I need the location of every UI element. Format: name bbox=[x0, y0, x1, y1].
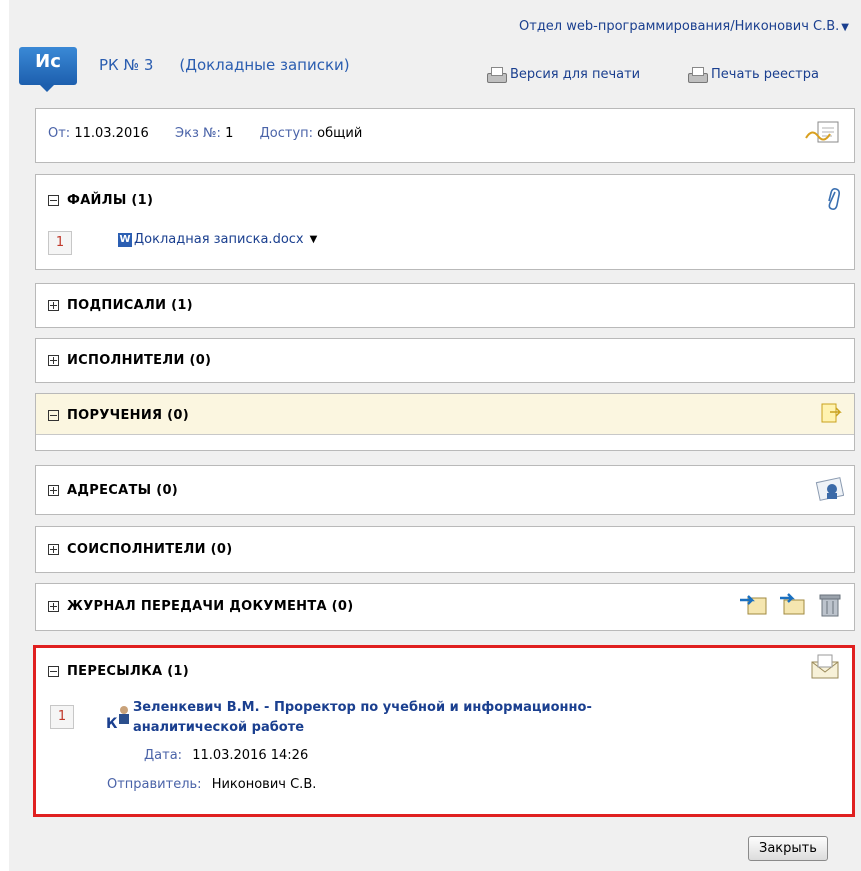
signed-panel: ПОДПИСАЛИ (1) bbox=[35, 283, 855, 328]
dropdown-arrow-icon: ▼ bbox=[841, 22, 849, 33]
printer-icon bbox=[687, 66, 708, 83]
rk-number: РК № 3 bbox=[99, 56, 154, 74]
addressees-header[interactable]: АДРЕСАТЫ (0) bbox=[48, 483, 178, 498]
file-dropdown-icon[interactable]: ▼ bbox=[310, 234, 318, 245]
forward-envelope-icon[interactable] bbox=[808, 652, 842, 682]
date-label: Дата: bbox=[144, 748, 183, 763]
rk-title: РК № 3 (Докладные записки) bbox=[99, 56, 376, 74]
person-icon: К bbox=[106, 706, 129, 731]
addressees-panel: АДРЕСАТЫ (0) bbox=[35, 465, 855, 515]
files-header[interactable]: ФАЙЛЫ (1) bbox=[48, 193, 153, 208]
collapse-icon bbox=[48, 410, 59, 421]
sender-label: Отправитель: bbox=[107, 777, 202, 792]
print-version-link[interactable]: Версия для печати bbox=[486, 66, 640, 83]
expand-icon bbox=[48, 300, 59, 311]
file-name-link[interactable]: Докладная записка.docx bbox=[134, 232, 304, 247]
executors-title: ИСПОЛНИТЕЛИ (0) bbox=[67, 353, 212, 368]
print-registry-link[interactable]: Печать реестра bbox=[687, 66, 819, 83]
files-panel: ФАЙЛЫ (1) 1 W Докладная записка.docx ▼ bbox=[35, 174, 855, 270]
send-document-icon[interactable] bbox=[738, 592, 770, 620]
coexecutors-header[interactable]: СОИСПОЛНИТЕЛИ (0) bbox=[48, 542, 232, 557]
document-edit-icon[interactable] bbox=[804, 120, 842, 146]
access-label: Доступ: bbox=[259, 126, 314, 141]
recipient-line-1: Зеленкевич В.М. - Проректор по учебной и… bbox=[133, 700, 592, 715]
forwarding-title: ПЕРЕСЫЛКА (1) bbox=[67, 664, 190, 679]
svg-text:К: К bbox=[106, 716, 118, 731]
forward-date-row: Дата: 11.03.2016 14:26 bbox=[144, 748, 308, 763]
trash-icon[interactable] bbox=[816, 590, 844, 620]
recipient-line-2: аналитической работе bbox=[133, 720, 305, 735]
transfer-log-title: ЖУРНАЛ ПЕРЕДАЧИ ДОКУМЕНТА (0) bbox=[67, 599, 354, 614]
document-card-page: Отдел web-программирования/Никонович С.В… bbox=[9, 0, 861, 871]
from-label: От: bbox=[48, 126, 71, 141]
assignments-body bbox=[36, 434, 854, 450]
logo-text: Ис bbox=[35, 51, 61, 72]
signed-header[interactable]: ПОДПИСАЛИ (1) bbox=[48, 298, 193, 313]
forwarding-header[interactable]: ПЕРЕСЫЛКА (1) bbox=[48, 664, 189, 679]
executors-panel: ИСПОЛНИТЕЛИ (0) bbox=[35, 338, 855, 383]
forwarding-panel: ПЕРЕСЫЛКА (1) 1 К Зеленкевич В.М. - Прор… bbox=[33, 645, 855, 817]
copy-value: 1 bbox=[225, 126, 234, 141]
expand-icon bbox=[48, 544, 59, 555]
addressee-card-icon[interactable] bbox=[814, 474, 844, 504]
file-item[interactable]: W Докладная записка.docx ▼ bbox=[118, 232, 317, 247]
paperclip-icon[interactable] bbox=[826, 187, 840, 211]
print-version-label: Версия для печати bbox=[510, 67, 641, 82]
rk-type: (Докладные записки) bbox=[179, 56, 350, 74]
user-department-label: Отдел web-программирования/Никонович С.В… bbox=[519, 19, 840, 34]
files-title: ФАЙЛЫ (1) bbox=[67, 193, 154, 208]
sender-value: Никонович С.В. bbox=[211, 777, 317, 792]
file-number: 1 bbox=[48, 231, 72, 255]
assignments-header[interactable]: ПОРУЧЕНИЯ (0) bbox=[48, 408, 189, 423]
receive-document-icon[interactable] bbox=[776, 592, 808, 620]
expand-icon bbox=[48, 355, 59, 366]
info-panel: От: 11.03.2016 Экз №: 1 Доступ: общий bbox=[35, 108, 855, 163]
expand-icon bbox=[48, 485, 59, 496]
print-registry-label: Печать реестра bbox=[711, 67, 819, 82]
executors-header[interactable]: ИСПОЛНИТЕЛИ (0) bbox=[48, 353, 211, 368]
sender-row: Отправитель: Никонович С.В. bbox=[107, 777, 316, 792]
info-row: От: 11.03.2016 Экз №: 1 Доступ: общий bbox=[48, 126, 362, 141]
transfer-log-header[interactable]: ЖУРНАЛ ПЕРЕДАЧИ ДОКУМЕНТА (0) bbox=[48, 599, 354, 614]
date-value: 11.03.2016 14:26 bbox=[192, 748, 309, 763]
coexecutors-panel: СОИСПОЛНИТЕЛИ (0) bbox=[35, 526, 855, 573]
app-logo: Ис bbox=[19, 47, 77, 92]
collapse-icon bbox=[48, 666, 59, 677]
transfer-log-panel: ЖУРНАЛ ПЕРЕДАЧИ ДОКУМЕНТА (0) bbox=[35, 583, 855, 631]
user-department-menu[interactable]: Отдел web-программирования/Никонович С.В… bbox=[519, 19, 849, 34]
addressees-title: АДРЕСАТЫ (0) bbox=[67, 483, 179, 498]
assignment-icon[interactable] bbox=[820, 402, 842, 426]
forwarding-number: 1 bbox=[50, 705, 74, 729]
word-file-icon: W bbox=[118, 232, 132, 247]
assignments-panel: ПОРУЧЕНИЯ (0) bbox=[35, 393, 855, 451]
access-value: общий bbox=[317, 126, 363, 141]
collapse-icon bbox=[48, 195, 59, 206]
printer-icon bbox=[486, 66, 507, 83]
close-button[interactable]: Закрыть bbox=[748, 836, 828, 861]
coexecutors-title: СОИСПОЛНИТЕЛИ (0) bbox=[67, 542, 233, 557]
expand-icon bbox=[48, 601, 59, 612]
from-value: 11.03.2016 bbox=[74, 126, 149, 141]
copy-label: Экз №: bbox=[175, 126, 221, 141]
assignments-title: ПОРУЧЕНИЯ (0) bbox=[67, 408, 189, 423]
signed-title: ПОДПИСАЛИ (1) bbox=[67, 298, 193, 313]
recipient-link[interactable]: Зеленкевич В.М. - Проректор по учебной и… bbox=[133, 698, 592, 738]
